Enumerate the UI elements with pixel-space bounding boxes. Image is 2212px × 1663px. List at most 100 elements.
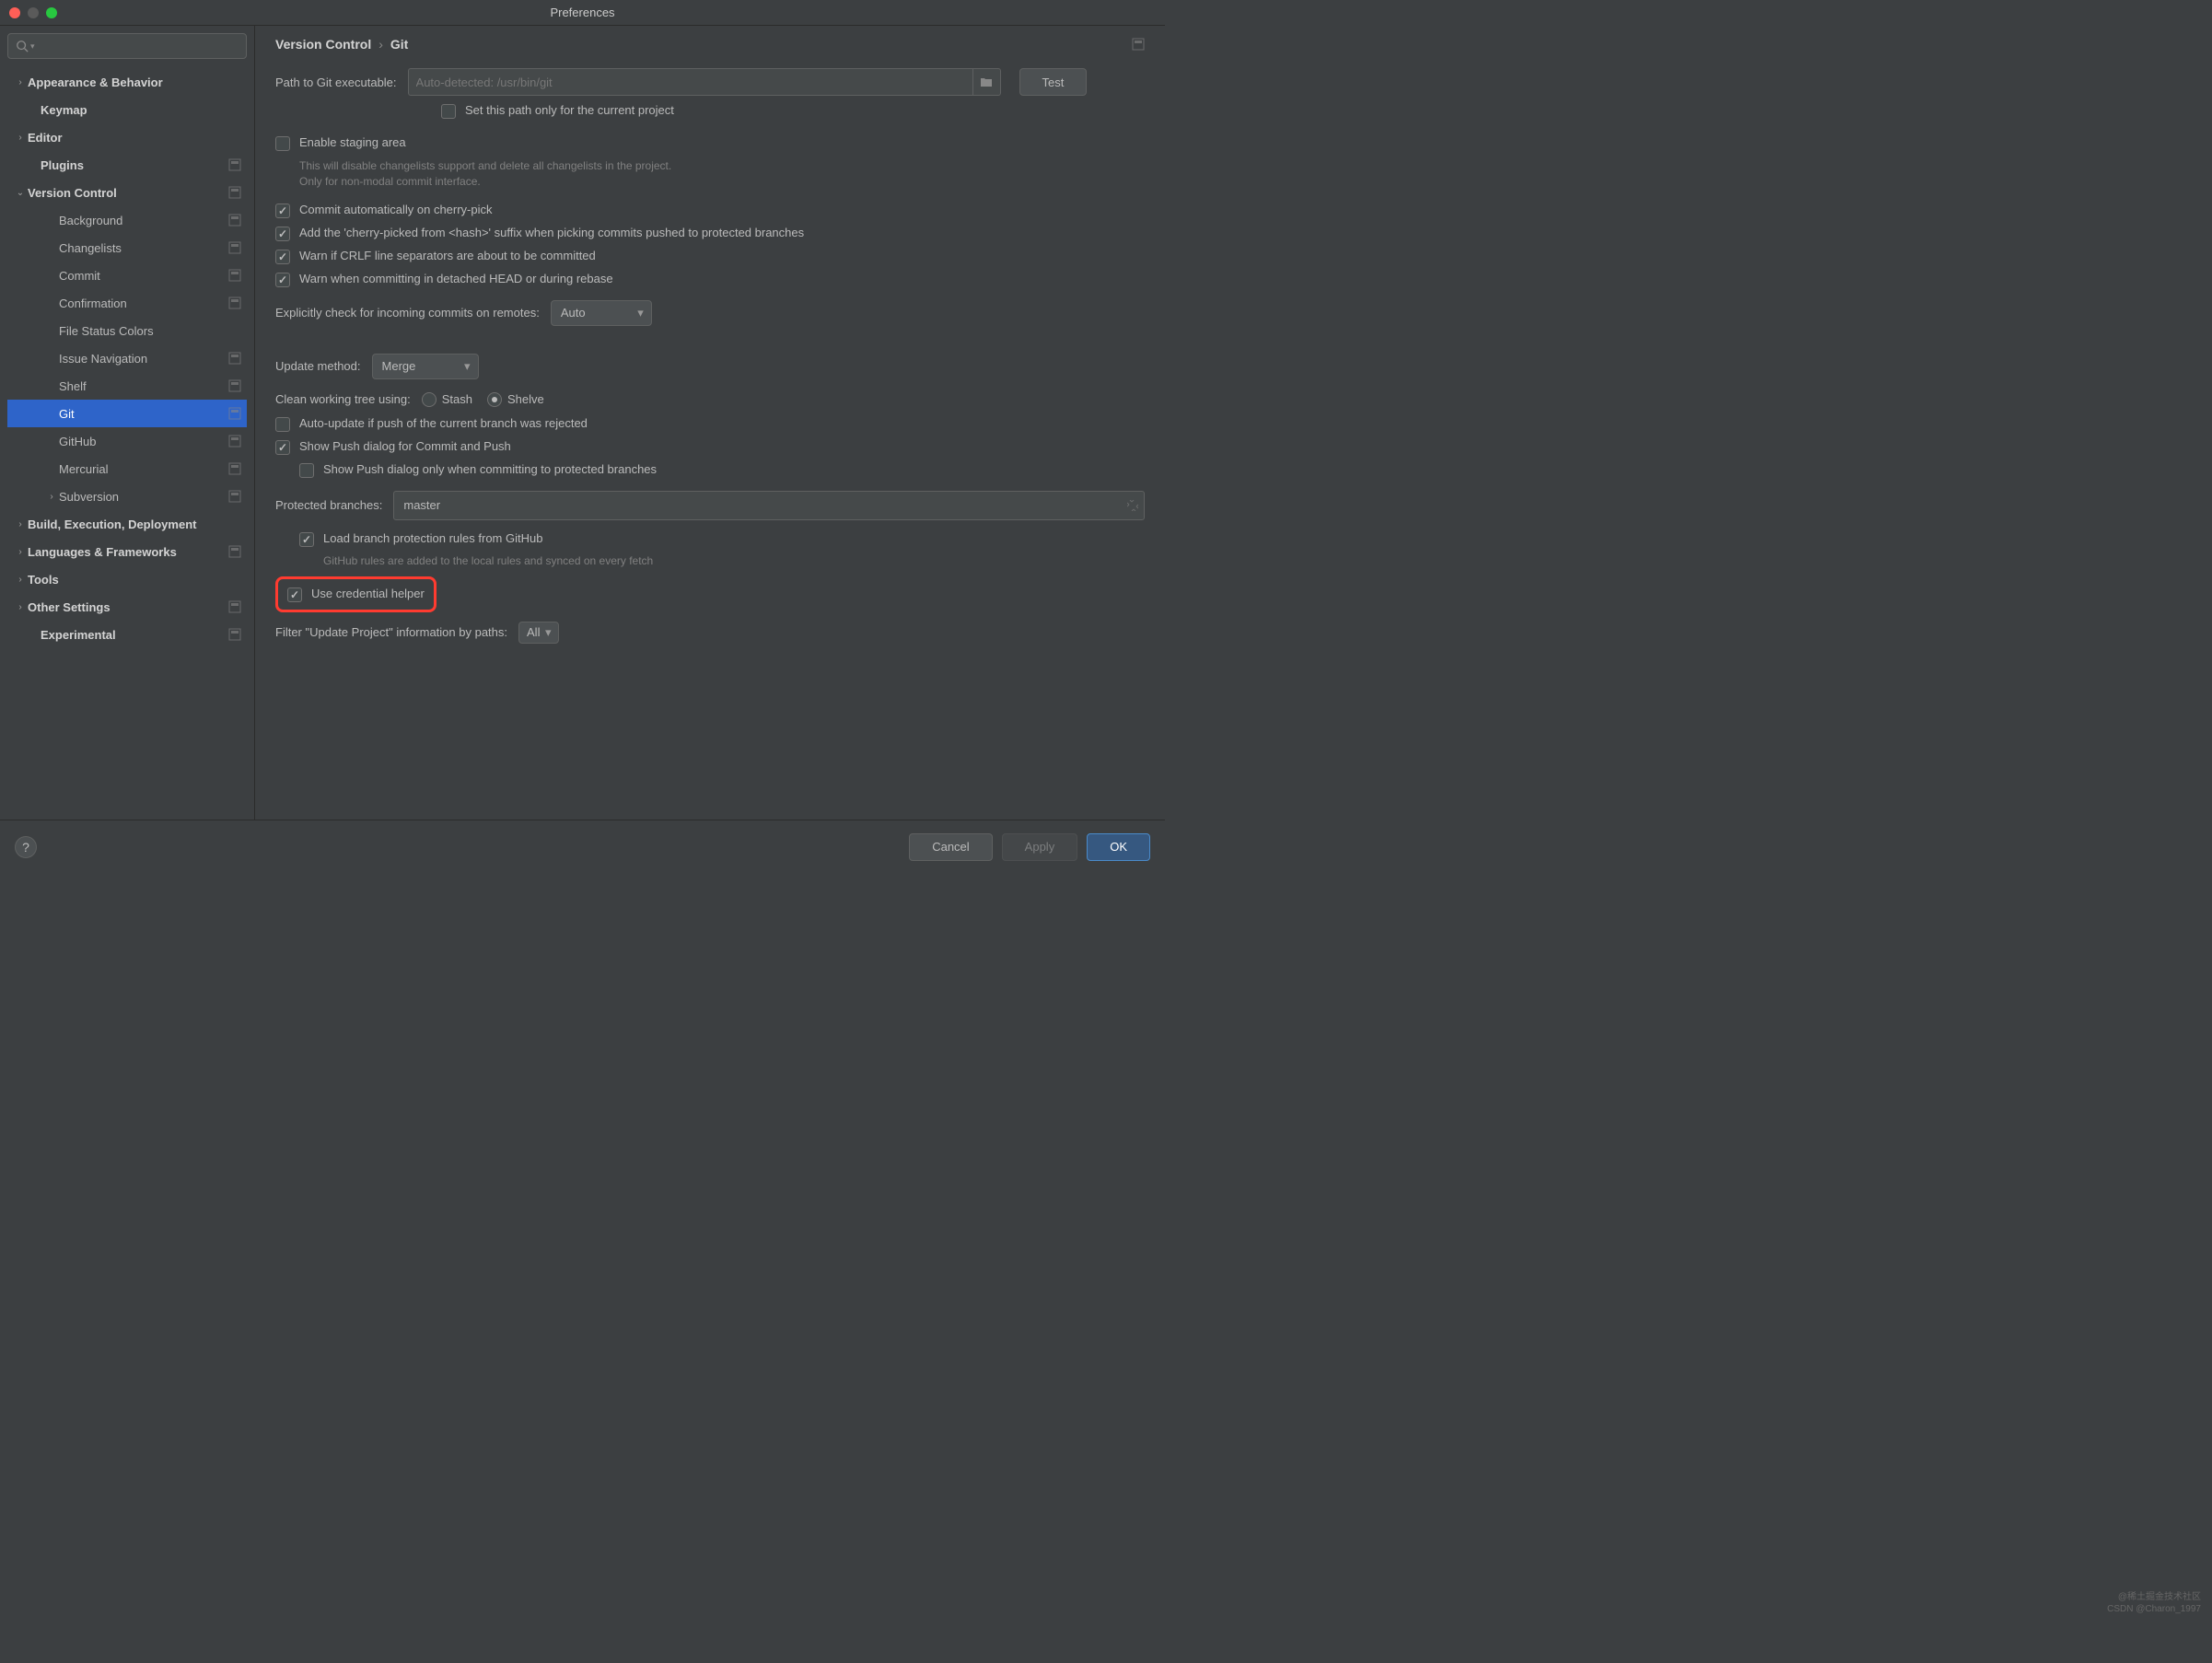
sidebar-item-label: Editor [28,131,241,145]
project-scope-icon [1132,38,1145,51]
project-scope-icon [228,435,241,448]
maximize-window-button[interactable] [46,7,57,18]
project-scope-icon [228,241,241,254]
auto-update-checkbox[interactable] [275,417,290,432]
sidebar-item-languages-frameworks[interactable]: ›Languages & Frameworks [7,538,247,565]
sidebar-item-github[interactable]: GitHub [7,427,247,455]
commit-cherrypick-label: Commit automatically on cherry-pick [299,203,493,216]
protected-branches-label: Protected branches: [275,498,382,512]
project-scope-icon [228,379,241,392]
stash-radio-label[interactable]: Stash [422,392,472,407]
sidebar-item-version-control[interactable]: ⌄Version Control [7,179,247,206]
test-button[interactable]: Test [1019,68,1088,96]
sidebar-item-file-status-colors[interactable]: File Status Colors [7,317,247,344]
project-scope-icon [228,462,241,475]
show-push-dialog-label: Show Push dialog for Commit and Push [299,439,511,453]
sidebar-item-label: Confirmation [59,297,228,310]
set-path-project-checkbox[interactable] [441,104,456,119]
expand-icon[interactable] [1127,500,1138,511]
browse-folder-button[interactable] [973,68,1001,96]
sidebar-item-label: Git [59,407,228,421]
minimize-window-button[interactable] [28,7,39,18]
sidebar-item-editor[interactable]: ›Editor [7,123,247,151]
use-credential-helper-checkbox[interactable] [287,587,302,602]
enable-staging-checkbox[interactable] [275,136,290,151]
folder-icon [980,76,993,87]
project-scope-icon [228,407,241,420]
highlight-annotation: Use credential helper [275,576,437,612]
protected-branches-input[interactable]: master [393,491,1145,520]
show-push-protected-checkbox[interactable] [299,463,314,478]
sidebar-item-shelf[interactable]: Shelf [7,372,247,400]
add-suffix-checkbox[interactable] [275,227,290,241]
sidebar-item-label: Other Settings [28,600,228,614]
set-path-project-label: Set this path only for the current proje… [465,103,674,117]
project-scope-icon [228,297,241,309]
enable-staging-label: Enable staging area [299,135,406,149]
warn-detached-label: Warn when committing in detached HEAD or… [299,272,613,285]
sidebar-item-label: Appearance & Behavior [28,76,241,89]
search-icon [16,40,29,52]
project-scope-icon [228,600,241,613]
git-path-input[interactable] [408,68,973,96]
use-credential-helper-label: Use credential helper [311,587,425,600]
sidebar-item-changelists[interactable]: Changelists [7,234,247,262]
sidebar-item-issue-navigation[interactable]: Issue Navigation [7,344,247,372]
project-scope-icon [228,186,241,199]
auto-update-label: Auto-update if push of the current branc… [299,416,588,430]
tree-arrow-icon: › [13,77,28,87]
project-scope-icon [228,490,241,503]
sidebar-item-background[interactable]: Background [7,206,247,234]
search-input[interactable]: ▾ [7,33,247,59]
sidebar-item-tools[interactable]: ›Tools [7,565,247,593]
stash-radio[interactable] [422,392,437,407]
warn-crlf-checkbox[interactable] [275,250,290,264]
filter-paths-select[interactable]: All [518,622,559,644]
watermark: @稀土掘金技术社区 CSDN @Charon_1997 [2107,1591,2201,1615]
project-scope-icon [228,269,241,282]
cancel-button[interactable]: Cancel [909,833,992,861]
add-suffix-label: Add the 'cherry-picked from <hash>' suff… [299,226,804,239]
project-scope-icon [228,628,241,641]
sidebar-item-label: GitHub [59,435,228,448]
window-title: Preferences [550,6,614,19]
sidebar-item-plugins[interactable]: Plugins [7,151,247,179]
sidebar-item-subversion[interactable]: ›Subversion [7,483,247,510]
search-dropdown-icon[interactable]: ▾ [30,41,35,52]
sidebar-item-label: Background [59,214,228,227]
sidebar-item-label: Plugins [41,158,228,172]
clean-tree-label: Clean working tree using: [275,392,411,406]
warn-detached-checkbox[interactable] [275,273,290,287]
sidebar-item-label: Changelists [59,241,228,255]
explicit-check-select[interactable]: Auto [551,300,652,326]
breadcrumb-parent[interactable]: Version Control [275,37,371,52]
sidebar-item-mercurial[interactable]: Mercurial [7,455,247,483]
sidebar-item-commit[interactable]: Commit [7,262,247,289]
close-window-button[interactable] [9,7,20,18]
shelve-radio[interactable] [487,392,502,407]
show-push-protected-label: Show Push dialog only when committing to… [323,462,657,476]
breadcrumb: Version Control › Git [275,37,1145,52]
project-scope-icon [228,158,241,171]
sidebar-item-git[interactable]: Git [7,400,247,427]
sidebar-item-other-settings[interactable]: ›Other Settings [7,593,247,621]
load-branch-rules-label: Load branch protection rules from GitHub [323,531,542,545]
apply-button[interactable]: Apply [1002,833,1078,861]
sidebar-item-label: Issue Navigation [59,352,228,366]
enable-staging-hint: This will disable changelists support an… [299,158,686,190]
git-path-label: Path to Git executable: [275,76,397,89]
help-button[interactable]: ? [15,836,37,858]
update-method-select[interactable]: Merge [372,354,479,379]
sidebar-item-build-execution-deployment[interactable]: ›Build, Execution, Deployment [7,510,247,538]
sidebar-item-experimental[interactable]: Experimental [7,621,247,648]
sidebar-item-confirmation[interactable]: Confirmation [7,289,247,317]
commit-cherrypick-checkbox[interactable] [275,204,290,218]
explicit-check-label: Explicitly check for incoming commits on… [275,306,540,320]
ok-button[interactable]: OK [1087,833,1150,861]
load-branch-rules-checkbox[interactable] [299,532,314,547]
show-push-dialog-checkbox[interactable] [275,440,290,455]
sidebar-item-keymap[interactable]: Keymap [7,96,247,123]
update-method-label: Update method: [275,359,361,373]
shelve-radio-label[interactable]: Shelve [487,392,544,407]
sidebar-item-appearance-behavior[interactable]: ›Appearance & Behavior [7,68,247,96]
